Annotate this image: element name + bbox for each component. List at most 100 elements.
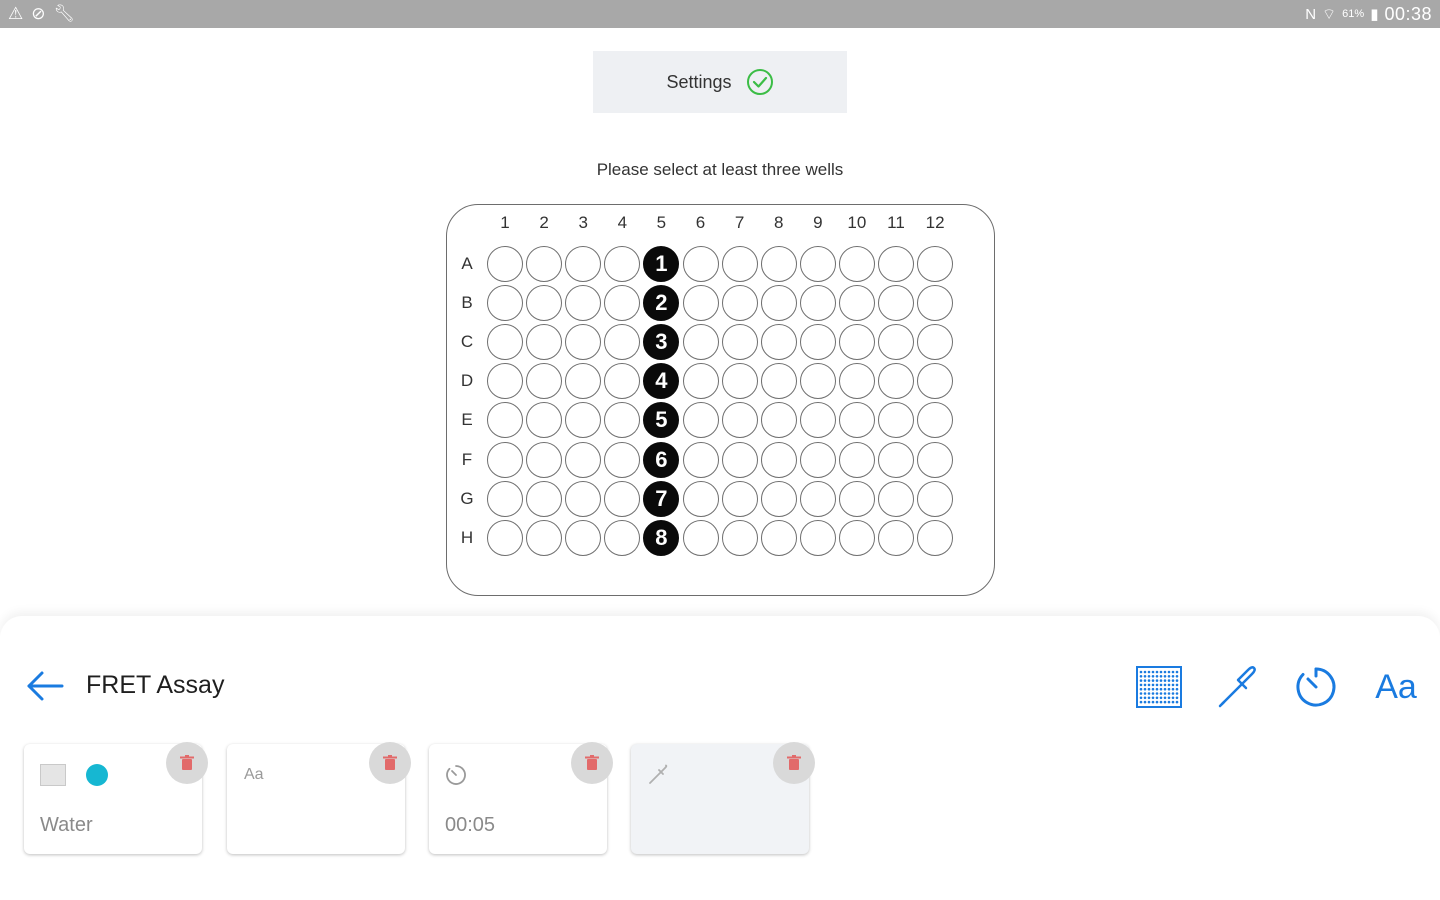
well-A4[interactable]	[604, 246, 641, 282]
well-A1[interactable]	[487, 246, 523, 282]
well-C2[interactable]	[526, 324, 563, 361]
step-card-liquid[interactable]: Water	[24, 742, 208, 854]
well-E1[interactable]	[487, 402, 523, 439]
well-D3[interactable]	[565, 363, 602, 400]
well-C12[interactable]	[917, 324, 954, 361]
well-E6[interactable]	[682, 402, 719, 439]
well-G6[interactable]	[682, 480, 719, 517]
well-H1[interactable]	[487, 519, 523, 556]
delete-step-button[interactable]	[571, 742, 613, 784]
well-D4[interactable]	[604, 363, 641, 400]
well-B3[interactable]	[565, 285, 602, 322]
well-H7[interactable]	[721, 519, 758, 556]
back-arrow-icon[interactable]	[24, 668, 66, 704]
well-F4[interactable]	[604, 441, 641, 478]
well-F12[interactable]	[917, 441, 954, 478]
well-C9[interactable]	[799, 324, 836, 361]
well-H12[interactable]	[917, 519, 954, 556]
well-F8[interactable]	[760, 441, 797, 478]
well-D5[interactable]: 4	[643, 363, 680, 400]
well-D7[interactable]	[721, 363, 758, 400]
well-F5[interactable]: 6	[643, 441, 680, 478]
well-A3[interactable]	[565, 246, 602, 282]
delete-step-button[interactable]	[166, 742, 208, 784]
well-E8[interactable]	[760, 402, 797, 439]
well-C11[interactable]	[878, 324, 914, 361]
well-B2[interactable]	[526, 285, 563, 322]
well-A5[interactable]: 1	[643, 246, 680, 282]
delete-step-button[interactable]	[369, 742, 411, 784]
well-B12[interactable]	[917, 285, 954, 322]
well-A6[interactable]	[682, 246, 719, 282]
well-E2[interactable]	[526, 402, 563, 439]
well-B7[interactable]	[721, 285, 758, 322]
well-D10[interactable]	[838, 363, 875, 400]
step-card-pipette[interactable]	[631, 742, 815, 854]
well-F11[interactable]	[878, 441, 914, 478]
well-H2[interactable]	[526, 519, 563, 556]
well-E11[interactable]	[878, 402, 914, 439]
well-F9[interactable]	[799, 441, 836, 478]
well-B8[interactable]	[760, 285, 797, 322]
well-E3[interactable]	[565, 402, 602, 439]
well-G2[interactable]	[526, 480, 563, 517]
well-G1[interactable]	[487, 480, 523, 517]
well-H11[interactable]	[878, 519, 914, 556]
well-H5[interactable]: 8	[643, 519, 680, 556]
well-A12[interactable]	[917, 246, 954, 282]
well-B5[interactable]: 2	[643, 285, 680, 322]
well-F10[interactable]	[838, 441, 875, 478]
well-B6[interactable]	[682, 285, 719, 322]
well-H6[interactable]	[682, 519, 719, 556]
well-B10[interactable]	[838, 285, 875, 322]
well-F6[interactable]	[682, 441, 719, 478]
well-D6[interactable]	[682, 363, 719, 400]
well-G8[interactable]	[760, 480, 797, 517]
well-A2[interactable]	[526, 246, 563, 282]
delete-step-button[interactable]	[773, 742, 815, 784]
well-D2[interactable]	[526, 363, 563, 400]
well-H4[interactable]	[604, 519, 641, 556]
well-G11[interactable]	[878, 480, 914, 517]
well-B4[interactable]	[604, 285, 641, 322]
add-timer-step-button[interactable]	[1292, 662, 1340, 712]
step-card-timer[interactable]: 00:05	[429, 742, 613, 854]
settings-button[interactable]: Settings	[593, 51, 847, 113]
well-E12[interactable]	[917, 402, 954, 439]
well-E5[interactable]: 5	[643, 402, 680, 439]
well-F2[interactable]	[526, 441, 563, 478]
well-D11[interactable]	[878, 363, 914, 400]
well-E9[interactable]	[799, 402, 836, 439]
well-C3[interactable]	[565, 324, 602, 361]
add-text-step-button[interactable]: Aa	[1368, 662, 1424, 712]
add-plate-step-button[interactable]	[1134, 662, 1184, 712]
well-E10[interactable]	[838, 402, 875, 439]
well-A7[interactable]	[721, 246, 758, 282]
well-A9[interactable]	[799, 246, 836, 282]
well-D9[interactable]	[799, 363, 836, 400]
well-H10[interactable]	[838, 519, 875, 556]
well-C4[interactable]	[604, 324, 641, 361]
well-B11[interactable]	[878, 285, 914, 322]
well-C7[interactable]	[721, 324, 758, 361]
well-C6[interactable]	[682, 324, 719, 361]
well-H3[interactable]	[565, 519, 602, 556]
step-card-text[interactable]: Aa	[227, 742, 411, 854]
well-B1[interactable]	[487, 285, 523, 322]
well-C1[interactable]	[487, 324, 523, 361]
well-A11[interactable]	[878, 246, 914, 282]
well-G9[interactable]	[799, 480, 836, 517]
well-G7[interactable]	[721, 480, 758, 517]
well-E4[interactable]	[604, 402, 641, 439]
well-H9[interactable]	[799, 519, 836, 556]
well-H8[interactable]	[760, 519, 797, 556]
well-D12[interactable]	[917, 363, 954, 400]
well-C8[interactable]	[760, 324, 797, 361]
well-F7[interactable]	[721, 441, 758, 478]
well-B9[interactable]	[799, 285, 836, 322]
well-F1[interactable]	[487, 441, 523, 478]
well-G4[interactable]	[604, 480, 641, 517]
well-D8[interactable]	[760, 363, 797, 400]
well-G12[interactable]	[917, 480, 954, 517]
well-F3[interactable]	[565, 441, 602, 478]
